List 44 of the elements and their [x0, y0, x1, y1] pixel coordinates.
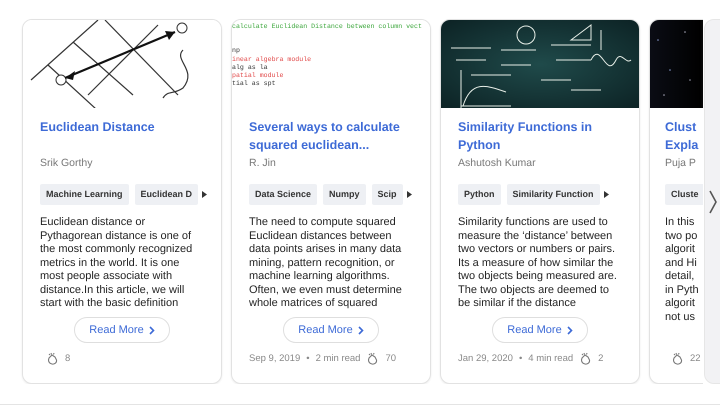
article-title[interactable]: Similarity Functions in Python: [458, 118, 622, 154]
clap-icon: [46, 352, 59, 365]
author-name[interactable]: Puja P: [665, 156, 703, 170]
clap-count: 70: [385, 353, 396, 364]
chevron-right-icon: [148, 326, 155, 334]
tag[interactable]: Python: [458, 184, 500, 205]
article-excerpt: Similarity functions are used to measure the ‘distance’ between two vectors or numbers or pairs. Its a measure of how similar the two objects being measured are. The two objects are deemed to be similar if the distance: [458, 216, 618, 311]
article-excerpt: Euclidean distance or Pythagorean distance is one of the most commonly recognized metrics in the world. It is one most people associate with distance.In this article, we will start with the basic definition: [40, 216, 194, 311]
read-time: 4 min read: [528, 353, 574, 364]
tag[interactable]: Cluste: [665, 184, 703, 205]
tag[interactable]: Scip: [372, 184, 403, 205]
caret-right-icon[interactable]: [202, 191, 208, 198]
caret-right-icon[interactable]: [604, 191, 609, 198]
clap-icon: [579, 352, 592, 365]
separator-dot: •: [306, 353, 310, 364]
tag[interactable]: Euclidean D: [134, 184, 198, 205]
tag[interactable]: Machine Learning: [40, 184, 129, 205]
read-more-button[interactable]: Read More: [492, 317, 588, 343]
clap-count: 8: [65, 353, 70, 364]
article-excerpt: The need to compute squared Euclidean distances between data points arises in many data mining, pattern recognition, or machine learning algorithms. Often, we even must determine whole matrices of squared: [249, 216, 403, 311]
tag[interactable]: Similarity Function: [506, 184, 600, 205]
tag[interactable]: Data Science: [249, 184, 318, 205]
publish-date: Jan 29, 2020: [458, 353, 513, 364]
article-title[interactable]: Clust Expla: [665, 118, 703, 154]
clap-count: 22: [690, 353, 701, 364]
read-more-button[interactable]: Read More: [283, 317, 379, 343]
separator-dot: •: [518, 353, 522, 364]
chevron-right-icon: [709, 190, 717, 214]
clap-count: 2: [598, 353, 604, 364]
author-name[interactable]: Srik Gorthy: [40, 156, 204, 170]
chevron-right-icon: [358, 326, 364, 334]
article-excerpt: In this two po algorit and Hi detail, in Pyth algorit not us: [665, 216, 700, 324]
publish-date: Sep 9, 2019: [249, 353, 300, 364]
article-title[interactable]: Several ways to calculate squared euclidean...: [249, 118, 413, 154]
read-more-button[interactable]: Read More: [74, 317, 170, 343]
clap-icon: [671, 352, 684, 365]
clap-icon: [366, 352, 380, 365]
article-title[interactable]: Euclidean Distance: [40, 118, 204, 154]
caret-right-icon[interactable]: [406, 191, 412, 198]
author-name[interactable]: Ashutosh Kumar: [458, 156, 622, 170]
read-time: 2 min read: [316, 353, 360, 364]
author-name[interactable]: R. Jin: [249, 156, 413, 170]
chevron-right-icon: [566, 326, 573, 334]
tag[interactable]: Numpy: [323, 184, 366, 205]
